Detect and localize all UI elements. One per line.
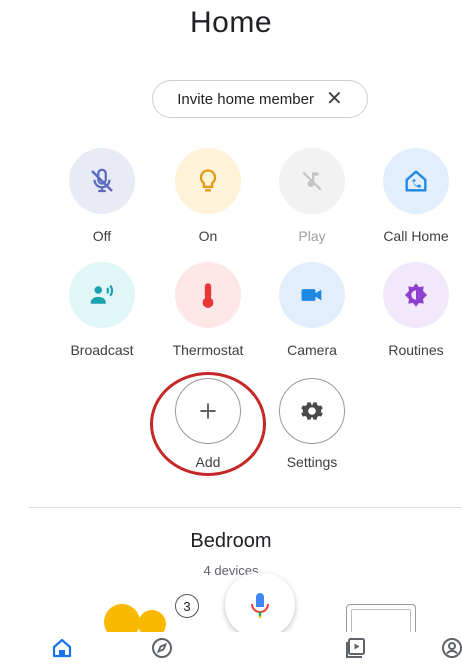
discover-icon[interactable] bbox=[150, 636, 174, 660]
music-off-icon bbox=[279, 148, 345, 214]
action-label: Routines bbox=[388, 342, 444, 358]
device-group-thumbnail[interactable] bbox=[100, 596, 180, 632]
action-on[interactable]: On bbox=[162, 148, 254, 244]
action-play[interactable]: Play bbox=[266, 148, 358, 244]
account-icon[interactable] bbox=[440, 636, 462, 660]
action-off[interactable]: Off bbox=[56, 148, 148, 244]
routines-icon bbox=[383, 262, 449, 328]
action-label: On bbox=[198, 228, 218, 244]
action-label: Thermostat bbox=[172, 342, 244, 358]
action-label: Off bbox=[92, 228, 112, 244]
action-broadcast[interactable]: Broadcast bbox=[56, 262, 148, 358]
media-icon[interactable] bbox=[344, 636, 368, 660]
lightbulb-icon bbox=[175, 148, 241, 214]
invite-home-member-chip[interactable]: Invite home member ✕ bbox=[152, 80, 368, 118]
settings-button[interactable]: Settings bbox=[266, 378, 358, 470]
mic-icon bbox=[251, 593, 269, 618]
invite-chip-label: Invite home member bbox=[177, 90, 314, 108]
action-call-home[interactable]: Call Home bbox=[370, 148, 462, 244]
action-label: Call Home bbox=[383, 228, 449, 244]
home-icon[interactable] bbox=[50, 636, 74, 660]
gear-icon bbox=[279, 378, 345, 444]
broadcast-icon bbox=[69, 262, 135, 328]
section-divider bbox=[28, 507, 462, 508]
action-label: Settings bbox=[286, 454, 338, 470]
highlight-ring bbox=[150, 372, 266, 476]
device-thumbnail[interactable] bbox=[346, 604, 416, 634]
video-camera-icon bbox=[279, 262, 345, 328]
action-label: Camera bbox=[287, 342, 337, 358]
action-label: Broadcast bbox=[70, 342, 134, 358]
room-title: Bedroom bbox=[190, 530, 272, 552]
action-thermostat[interactable]: Thermostat bbox=[162, 262, 254, 358]
call-home-icon bbox=[383, 148, 449, 214]
action-label: Play bbox=[298, 228, 326, 244]
action-routines[interactable]: Routines bbox=[370, 262, 462, 358]
device-count-badge: 3 bbox=[175, 594, 199, 618]
thermometer-icon bbox=[175, 262, 241, 328]
close-icon[interactable]: ✕ bbox=[326, 89, 343, 109]
assistant-mic-button[interactable] bbox=[225, 573, 295, 637]
mic-off-icon bbox=[69, 148, 135, 214]
page-title: Home bbox=[189, 6, 273, 39]
room-device-count: 4 devices bbox=[203, 563, 259, 578]
action-camera[interactable]: Camera bbox=[266, 262, 358, 358]
bottom-nav bbox=[0, 632, 462, 664]
